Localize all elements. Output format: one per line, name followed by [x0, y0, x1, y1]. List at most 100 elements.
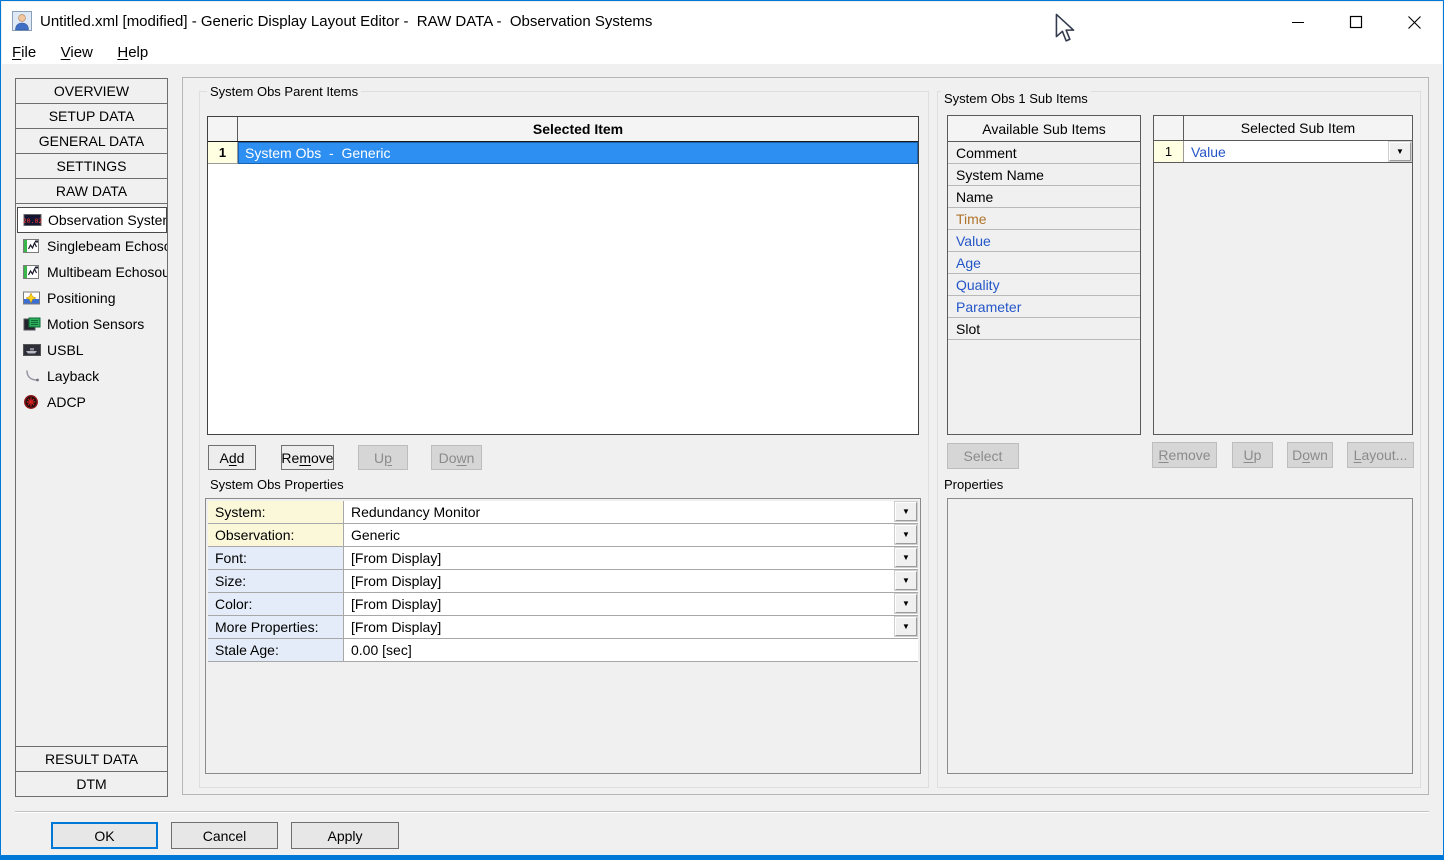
- maximize-icon: [1349, 15, 1363, 29]
- maximize-button[interactable]: [1339, 8, 1373, 36]
- layout-button[interactable]: Layout...: [1347, 442, 1414, 468]
- sidebar-tab-setup-data[interactable]: SETUP DATA: [15, 103, 168, 129]
- sidebar-item-usbl[interactable]: USBL: [17, 337, 167, 363]
- chevron-down-icon[interactable]: ▼: [895, 594, 917, 613]
- window-title: Untitled.xml [modified] - Generic Displa…: [40, 13, 652, 30]
- sidebar-item-label: ADCP: [47, 394, 86, 410]
- sidebar-item-multibeam-echosounders[interactable]: Multibeam Echosounders: [17, 259, 167, 285]
- property-label: Size:: [208, 570, 344, 592]
- menu-view[interactable]: View: [51, 41, 103, 61]
- ok-button[interactable]: OK: [51, 822, 158, 849]
- right-properties-group-label: Properties: [941, 477, 1006, 492]
- sidebar-tab-dtm[interactable]: DTM: [15, 771, 168, 797]
- sub-up-button[interactable]: Up: [1232, 442, 1273, 468]
- font-value-dropdown[interactable]: [From Display] ▼: [344, 547, 918, 569]
- selected-item-header: Selected Item: [238, 117, 918, 141]
- property-value: [From Display]: [351, 550, 441, 566]
- selected-item-value[interactable]: System Obs - Generic: [238, 142, 918, 164]
- available-sub-items-list: Available Sub Items Comment System Name …: [947, 115, 1141, 435]
- list-item[interactable]: Time: [948, 208, 1140, 230]
- menu-help[interactable]: Help: [107, 41, 158, 61]
- window-border-bottom: [1, 855, 1443, 859]
- stale-age-field[interactable]: 0.00 [sec]: [344, 639, 918, 661]
- chevron-down-icon[interactable]: ▼: [895, 548, 917, 567]
- list-item[interactable]: Value: [948, 230, 1140, 252]
- property-value: [From Display]: [351, 596, 441, 612]
- sidebar-item-adcp[interactable]: ADCP: [17, 389, 167, 415]
- add-button[interactable]: Add: [208, 445, 256, 470]
- sidebar-item-label: Motion Sensors: [47, 316, 144, 332]
- property-label: Color:: [208, 593, 344, 615]
- sidebar-tab-raw-data[interactable]: RAW DATA: [15, 178, 168, 204]
- property-row: Observation: Generic ▼: [208, 524, 918, 547]
- property-value: 0.00 [sec]: [351, 642, 412, 658]
- right-properties-panel: [947, 498, 1413, 774]
- sub-down-button[interactable]: Down: [1287, 442, 1333, 468]
- list-item[interactable]: Parameter: [948, 296, 1140, 318]
- sidebar-item-label: USBL: [47, 342, 84, 358]
- sidebar-item-positioning[interactable]: Positioning: [17, 285, 167, 311]
- app-window: Untitled.xml [modified] - Generic Displa…: [0, 0, 1444, 860]
- down-button[interactable]: Down: [431, 445, 482, 470]
- selected-sub-item-dropdown[interactable]: Value ▼: [1184, 141, 1412, 162]
- select-button[interactable]: Select: [947, 443, 1019, 469]
- property-label: Font:: [208, 547, 344, 569]
- row-number: 1: [1154, 141, 1184, 162]
- close-button[interactable]: [1397, 8, 1431, 36]
- sidebar-tab-overview[interactable]: OVERVIEW: [15, 78, 168, 104]
- table-row[interactable]: 1 System Obs - Generic: [208, 142, 918, 164]
- list-item[interactable]: Slot: [948, 318, 1140, 340]
- property-row: System: Redundancy Monitor ▼: [208, 501, 918, 524]
- close-icon: [1407, 15, 1422, 30]
- sidebar-tab-settings[interactable]: SETTINGS: [15, 153, 168, 179]
- chevron-down-icon[interactable]: ▼: [895, 525, 917, 544]
- list-item[interactable]: Age: [948, 252, 1140, 274]
- list-item[interactable]: System Name: [948, 164, 1140, 186]
- sidebar-item-label: Singlebeam Echosounders: [47, 238, 167, 254]
- sidebar-item-layback[interactable]: Layback: [17, 363, 167, 389]
- property-row: Stale Age: 0.00 [sec]: [208, 639, 918, 662]
- parent-items-table-header: Selected Item: [208, 117, 918, 142]
- property-value: Redundancy Monitor: [351, 504, 480, 520]
- chevron-down-icon[interactable]: ▼: [895, 617, 917, 636]
- size-value-dropdown[interactable]: [From Display] ▼: [344, 570, 918, 592]
- list-item[interactable]: Name: [948, 186, 1140, 208]
- row-number-header: [1154, 116, 1184, 140]
- property-label: System:: [208, 501, 344, 523]
- list-item[interactable]: Quality: [948, 274, 1140, 296]
- property-row: Font: [From Display] ▼: [208, 547, 918, 570]
- apply-button[interactable]: Apply: [291, 822, 399, 849]
- remove-button[interactable]: Remove: [281, 445, 334, 470]
- obs-properties-group-label: System Obs Properties: [207, 477, 347, 492]
- cancel-button[interactable]: Cancel: [171, 822, 278, 849]
- more-properties-dropdown[interactable]: [From Display] ▼: [344, 616, 918, 638]
- sidebar-item-observation-systems[interactable]: 20.02 Observation Systems: [17, 207, 167, 233]
- menu-bar: File View Help: [2, 41, 1442, 64]
- layback-icon: [22, 368, 42, 384]
- color-value-dropdown[interactable]: [From Display] ▼: [344, 593, 918, 615]
- property-value: [From Display]: [351, 573, 441, 589]
- sidebar-item-label: Positioning: [47, 290, 116, 306]
- chevron-down-icon[interactable]: ▼: [895, 502, 917, 521]
- system-value-dropdown[interactable]: Redundancy Monitor ▼: [344, 501, 918, 523]
- parent-items-group-label: System Obs Parent Items: [207, 84, 361, 99]
- up-button[interactable]: Up: [358, 445, 408, 470]
- property-row: More Properties: [From Display] ▼: [208, 616, 918, 639]
- sidebar-item-motion-sensors[interactable]: Motion Sensors: [17, 311, 167, 337]
- selected-sub-item-value: Value: [1191, 144, 1226, 160]
- chevron-down-icon[interactable]: ▼: [895, 571, 917, 590]
- table-row[interactable]: 1 Value ▼: [1154, 141, 1412, 163]
- property-row: Color: [From Display] ▼: [208, 593, 918, 616]
- sidebar-tab-general-data[interactable]: GENERAL DATA: [15, 128, 168, 154]
- sub-remove-button[interactable]: Remove: [1152, 442, 1217, 468]
- menu-file[interactable]: File: [2, 41, 46, 61]
- sidebar-item-label: Layback: [47, 368, 99, 384]
- chevron-down-icon[interactable]: ▼: [1389, 142, 1411, 161]
- available-sub-items-header: Available Sub Items: [948, 116, 1140, 142]
- list-item[interactable]: Comment: [948, 142, 1140, 164]
- observation-value-dropdown[interactable]: Generic ▼: [344, 524, 918, 546]
- sidebar-tab-result-data[interactable]: RESULT DATA: [15, 746, 168, 772]
- minimize-icon: [1291, 15, 1305, 29]
- sidebar-item-singlebeam-echosounders[interactable]: Singlebeam Echosounders: [17, 233, 167, 259]
- minimize-button[interactable]: [1281, 8, 1315, 36]
